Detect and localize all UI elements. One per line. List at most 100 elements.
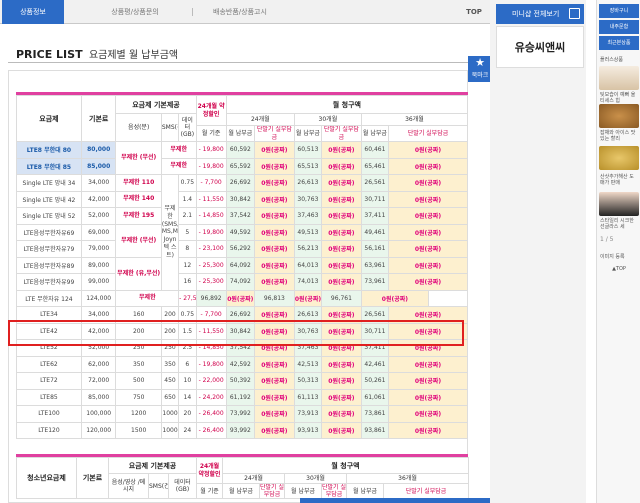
table-row: LTE음성무한자유79 79,000 8- 23,100 56,292 0원(공짜) 56… bbox=[16, 240, 469, 258]
cell-pay-24: 50,392 bbox=[225, 372, 255, 390]
cell-pay-30: 42,513 bbox=[293, 355, 322, 373]
cell-base: 72,000 bbox=[80, 372, 117, 390]
table-row: Single LTE 망내 52 52,000 무제한 195 2.1- 14,850… bbox=[16, 207, 469, 225]
cell-plan: LTE음성무한자유99 bbox=[16, 273, 82, 291]
cell-pay-24: 96,892 bbox=[195, 289, 227, 307]
price-table: 요금제기본료요금제 기본제공24개월 약정할인월 청구액음성(분)SMS(건)데… bbox=[16, 95, 469, 439]
product-thumb-4[interactable] bbox=[599, 192, 639, 216]
product-thumb-3[interactable] bbox=[599, 146, 639, 170]
table-row: LTE 무한자유 124124,000무제한- 27,50096,8920원(공… bbox=[16, 289, 468, 307]
cart-button[interactable]: 장바구니 bbox=[599, 4, 639, 18]
cell-device-36: 0원(공짜) bbox=[387, 273, 469, 291]
cell-voice: 무제한 110 bbox=[115, 174, 162, 192]
cell-base: 52,000 bbox=[80, 207, 117, 225]
cell-pay-30: 64,013 bbox=[293, 256, 322, 274]
seller-name[interactable]: 유승씨앤씨 bbox=[496, 26, 584, 68]
table-row: LTE음성무한자유99 99,000 16- 25,300 74,092 0원(공짜) 7… bbox=[16, 273, 469, 291]
cell-discount: - 25,300 bbox=[195, 273, 227, 291]
cell-data: 1.4 bbox=[178, 190, 197, 208]
table-row: LTE62 62,000 350 350 6- 19,800 42,592 0원(공짜) 42… bbox=[16, 355, 469, 373]
tab-delivery[interactable]: 배송반품/상품고시 bbox=[200, 0, 280, 24]
cell-discount: - 22,000 bbox=[195, 372, 227, 390]
header-plan: 청소년요금제 bbox=[16, 456, 77, 500]
image-register-link[interactable]: 이미지 등록 bbox=[600, 254, 638, 260]
cell-plan: LTE85 bbox=[16, 388, 82, 406]
cell-pay-30: 93,913 bbox=[293, 421, 322, 439]
cell-data: 12 bbox=[178, 256, 197, 274]
back-to-top-button[interactable]: ▲TOP bbox=[600, 266, 638, 272]
cell-device-30: 0원(공짜) bbox=[320, 190, 362, 208]
cell-sms: 650 bbox=[160, 388, 180, 406]
cell-sms: 1000 bbox=[160, 405, 180, 423]
recent-items-button[interactable]: 최근본상품 bbox=[599, 36, 639, 50]
header-24m: 24개월 bbox=[222, 473, 286, 484]
cell-pay-30: 30,763 bbox=[293, 190, 322, 208]
cell-base: 89,000 bbox=[80, 256, 117, 274]
header-pay: 월 납부금 bbox=[222, 482, 261, 500]
cell-device-24: 0원(공짜) bbox=[253, 256, 295, 274]
cell-data: 0.75 bbox=[178, 174, 197, 192]
highlight-box bbox=[8, 320, 464, 346]
product-thumb-1[interactable] bbox=[599, 66, 639, 90]
cell-base: 124,000 bbox=[80, 289, 117, 307]
cell-voice: 무제한 140 bbox=[115, 190, 162, 208]
cell-pay-24: 49,592 bbox=[225, 223, 255, 241]
cell-base: 69,000 bbox=[80, 223, 117, 241]
cell-device-30: 0원(공짜) bbox=[320, 372, 362, 390]
cell-pay-36: 63,961 bbox=[360, 256, 389, 274]
cell-data: 14 bbox=[178, 388, 197, 406]
my-orders-button[interactable]: 내주문함 bbox=[599, 20, 639, 34]
bookmark-button[interactable]: ★ 북마크 bbox=[468, 56, 492, 82]
cell-discount: - 19,800 bbox=[195, 355, 227, 373]
table-row: Single LTE 망내 42 42,000 무제한 140 1.4- 11,550… bbox=[16, 190, 469, 208]
cell-sms: 350 bbox=[160, 355, 180, 373]
mini-shop-all-button[interactable]: 미니샵 전체보기 bbox=[496, 4, 584, 24]
cell-pay-30: 26,613 bbox=[293, 174, 322, 192]
cell-device-24: 0원(공짜) bbox=[225, 289, 255, 307]
header-row: 청소년요금제 기본료 요금제 기본제공 24개월 약정할인 월 청구액 bbox=[16, 456, 470, 500]
cell-voice: 무제한 (무선) bbox=[115, 223, 162, 258]
header-pay: 월 납부금 bbox=[225, 125, 255, 142]
cell-voice: 무제한 (무선) bbox=[115, 141, 162, 175]
cell-device-36: 0원(공짜) bbox=[387, 405, 469, 423]
cell-sms: 450 bbox=[160, 372, 180, 390]
product-text-1[interactable]: 팃모습이 예뻐 울티세스 힙 bbox=[600, 92, 638, 104]
cell-pay-24: 61,192 bbox=[225, 388, 255, 406]
rail-pager[interactable]: 1 / 5 bbox=[600, 236, 613, 243]
table-row: LTE72 72,000 500 450 10- 22,000 50,392 0원(공짜) 5… bbox=[16, 372, 469, 390]
product-text-2[interactable]: 잡채와 아이스 맛있는 할리 bbox=[600, 130, 638, 142]
header-voice: 음성(분) bbox=[115, 113, 162, 142]
header-30m: 30개월 bbox=[293, 113, 362, 126]
cell-voice: 무제한 bbox=[115, 289, 180, 307]
table-row: LTE음성무한자유89 89,000 무제한 (유,무선) 12- 25,300 64,… bbox=[16, 256, 469, 291]
cell-data: 24 bbox=[178, 421, 197, 439]
header-row: 요금제 기본료 요금제 기본제공 24개월 약정할인 월 청구액 bbox=[16, 95, 469, 142]
product-thumb-2[interactable] bbox=[599, 104, 639, 128]
cell-discount: - 19,800 bbox=[195, 223, 227, 241]
cell-device-30: 0원(공짜) bbox=[320, 256, 362, 274]
cell-device-30: 0원(공짜) bbox=[320, 388, 362, 406]
cell-pay-36: 37,411 bbox=[360, 207, 389, 225]
cell-device-24: 0원(공짜) bbox=[253, 207, 295, 225]
product-text-4[interactable]: 스타일리 시크한 선글라스 세 bbox=[600, 218, 638, 230]
cell-device-30: 0원(공짜) bbox=[320, 207, 362, 225]
page-title-ko: 요금제별 월 납부금액 bbox=[88, 50, 179, 61]
product-text-3[interactable]: 산삿추가해산 도매가 판매 bbox=[600, 174, 638, 186]
cell-device-36: 0원(공짜) bbox=[387, 207, 469, 225]
cell-base: 99,000 bbox=[80, 273, 117, 291]
cell-device-30: 0원(공짜) bbox=[320, 141, 362, 159]
cell-device-24: 0원(공짜) bbox=[253, 355, 295, 373]
tab-top-link[interactable]: TOP bbox=[464, 0, 484, 24]
cell-pay-24: 26,692 bbox=[225, 174, 255, 192]
cell-pay-24: 30,842 bbox=[225, 190, 255, 208]
tab-product-info[interactable]: 상품정보 bbox=[2, 0, 64, 24]
cell-plan: LTE음성무한자유69 bbox=[16, 223, 82, 241]
bottom-scroll-bar[interactable] bbox=[300, 498, 490, 503]
cell-plan: LTE8 무한대 80 bbox=[16, 141, 82, 159]
header-device: 단말기 실부담금 bbox=[387, 125, 469, 142]
cell-pay-36: 49,461 bbox=[360, 223, 389, 241]
header-base: 기본료 bbox=[80, 95, 117, 142]
tab-review[interactable]: 상품평/상품문의 bbox=[80, 0, 190, 24]
table-row: Single LTE 망내 3434,000무제한 110무제한 (SMS,L … bbox=[16, 174, 469, 291]
cell-device-24: 0원(공짜) bbox=[253, 141, 295, 159]
